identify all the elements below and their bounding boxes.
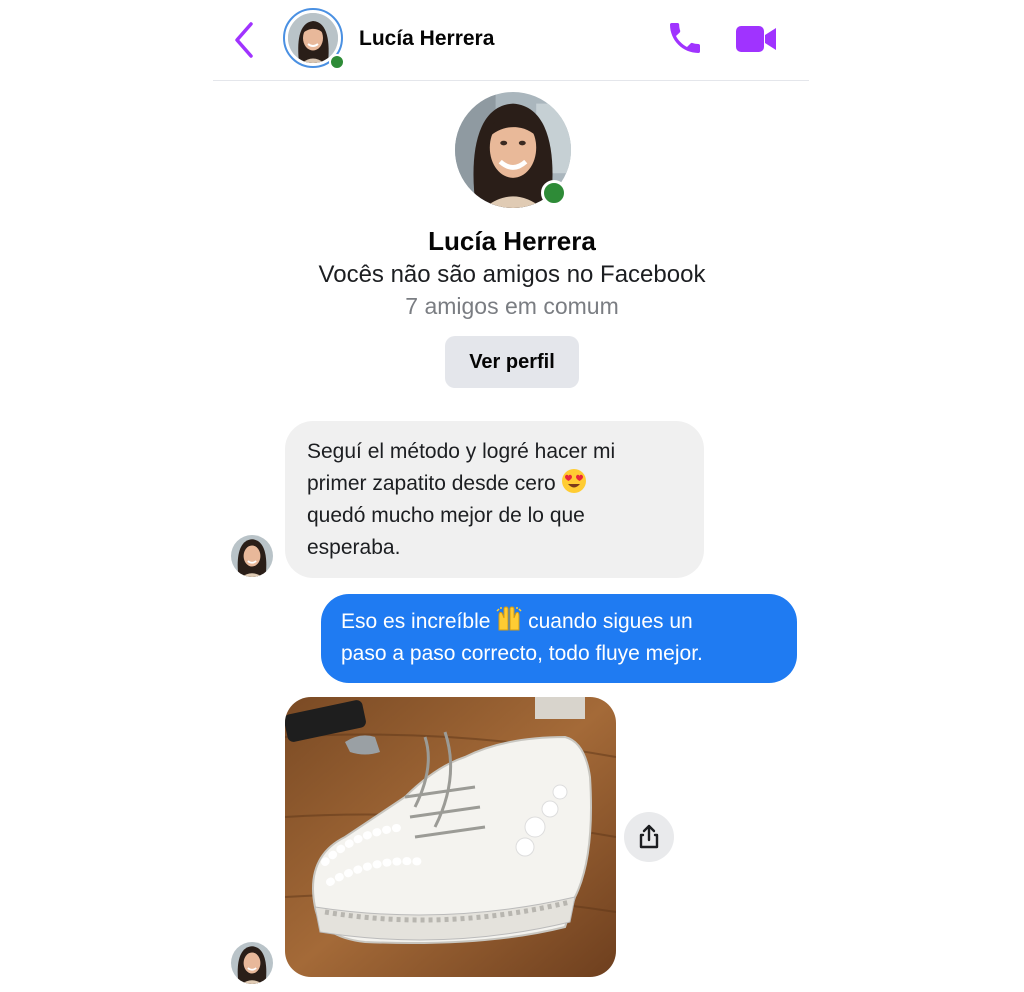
message-line: paso a paso correcto, todo fluye mejor.	[341, 642, 703, 665]
outgoing-message-bubble[interactable]: Eso es increíble cuando sigues un paso a…	[321, 594, 797, 683]
message-line: quedó mucho mejor de lo que	[307, 504, 585, 527]
online-status-dot	[541, 180, 567, 206]
message-line: Seguí el método y logré hacer mi	[307, 440, 616, 463]
incoming-message-bubble[interactable]: Seguí el método y logré hacer mi primer …	[285, 421, 704, 578]
raised-hands-emoji-icon	[496, 606, 522, 631]
message-line: esperaba.	[307, 536, 401, 559]
contact-name[interactable]: Lucía Herrera	[359, 27, 494, 51]
chat-header: Lucía Herrera	[213, 0, 809, 81]
friendship-status: Vocês não são amigos no Facebook	[318, 261, 706, 288]
avatar[interactable]	[231, 535, 273, 577]
profile-name: Lucía Herrera	[428, 226, 596, 256]
view-profile-button[interactable]: Ver perfil	[445, 336, 579, 388]
heart-eyes-emoji-icon	[562, 469, 587, 493]
avatar[interactable]	[231, 942, 273, 984]
online-status-dot	[329, 54, 345, 70]
phone-icon[interactable]	[665, 18, 705, 58]
video-camera-icon[interactable]	[735, 22, 777, 56]
shared-photo[interactable]	[285, 697, 616, 977]
share-button[interactable]	[624, 812, 674, 862]
avatar[interactable]	[283, 8, 345, 70]
message-line: primer zapatito desde cero	[307, 472, 556, 495]
chevron-left-icon[interactable]	[231, 20, 257, 60]
mutual-friends-count: 7 amigos em comum	[405, 293, 619, 319]
message-line: cuando sigues un	[528, 610, 693, 633]
message-line: Eso es increíble	[341, 610, 491, 633]
share-icon	[639, 824, 659, 849]
